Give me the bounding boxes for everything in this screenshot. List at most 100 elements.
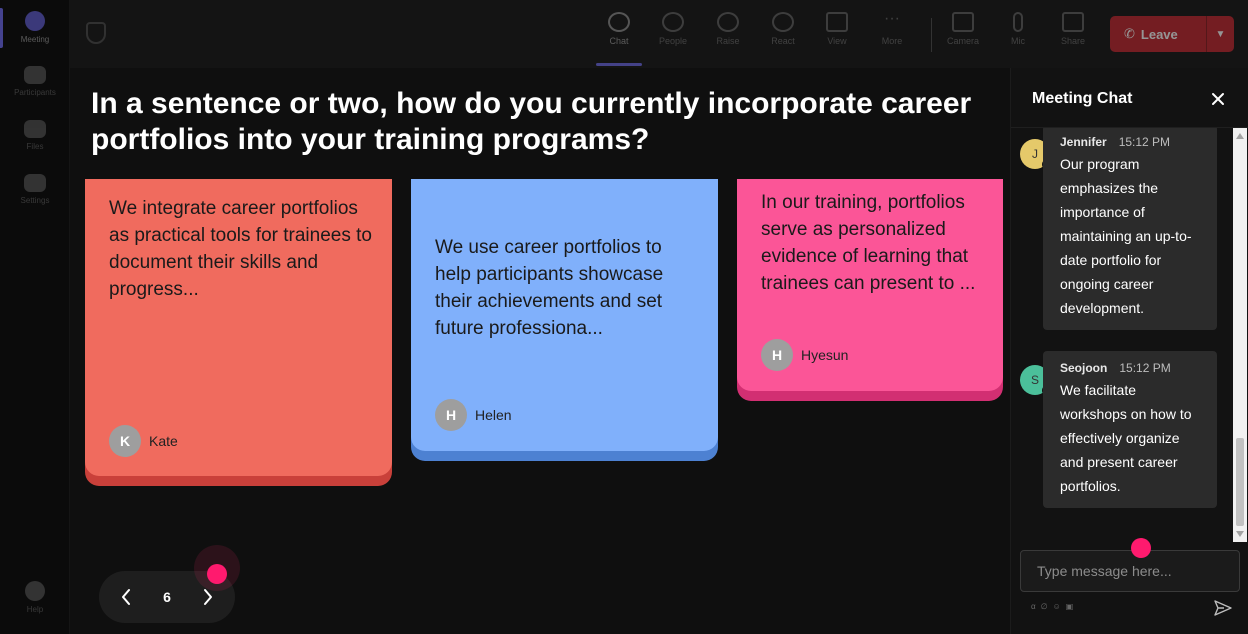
smiley-icon [772, 12, 794, 32]
message-time: 15:12 PM [1118, 135, 1171, 149]
people-icon [662, 12, 684, 32]
rail-item-participants[interactable]: Participants [0, 54, 70, 108]
toolbar-divider [931, 18, 932, 52]
rail-item-settings[interactable]: Settings [0, 162, 70, 216]
rail-item-label: Settings [20, 195, 50, 205]
meeting-toolbar: Chat People Raise React View ··· More Ca… [70, 0, 1248, 68]
rail-item-label: Participants [14, 87, 56, 97]
scrollbar-thumb[interactable] [1236, 438, 1244, 526]
gear-icon [24, 173, 46, 192]
toolbar-more-button[interactable]: ··· More [870, 10, 914, 58]
video-camera-icon [25, 10, 45, 31]
toolbar-raise-button[interactable]: Raise [706, 12, 750, 58]
toolbar-share-button[interactable]: Share [1051, 12, 1095, 58]
scroll-down-icon[interactable] [1236, 531, 1244, 537]
message-time: 15:12 PM [1119, 361, 1171, 375]
response-card[interactable]: We use career portfolios to help partici… [411, 179, 718, 461]
cursor-dot [207, 564, 227, 584]
chat-bubble: Seojoon 15:12 PM We facilitate workshops… [1043, 351, 1217, 508]
toolbar-react-button[interactable]: React [761, 12, 805, 58]
camera-icon [952, 12, 974, 32]
help-icon [25, 580, 45, 601]
rail-item-label: Files [26, 141, 44, 151]
format-toolbar: α ∅ ☺ ▣ [1031, 602, 1073, 611]
toolbar-camera-button[interactable]: Camera [941, 12, 985, 58]
chat-scrollbar[interactable] [1233, 128, 1247, 542]
avatar-initial: J [1032, 147, 1038, 161]
attach-icon[interactable]: ∅ [1041, 602, 1048, 611]
send-button[interactable] [1213, 598, 1233, 618]
sender-name: Seojoon [1060, 361, 1108, 375]
toolbar-label: More [881, 36, 903, 46]
scroll-up-icon[interactable] [1236, 133, 1244, 139]
chat-message-input[interactable] [1037, 563, 1223, 579]
hand-icon [717, 12, 739, 32]
avatar: H [435, 399, 467, 431]
chat-title: Meeting Chat [1032, 90, 1133, 107]
chat-message-input-box [1020, 550, 1240, 592]
message-meta: Seojoon 15:12 PM [1060, 361, 1205, 375]
send-icon [1214, 600, 1232, 616]
card-body: We use career portfolios to help partici… [411, 179, 718, 451]
message-meta: Jennifer 15:12 PM [1060, 135, 1205, 149]
grid-icon [826, 12, 848, 32]
share-icon [1062, 12, 1084, 32]
toolbar-view-button[interactable]: View [815, 12, 859, 58]
card-author: H Helen [435, 399, 512, 431]
author-name: Kate [149, 433, 178, 449]
file-icon [24, 119, 46, 138]
author-name: Hyesun [801, 347, 849, 363]
chat-tab-underline [596, 63, 642, 66]
message-text: Our program emphasizes the importance of… [1060, 156, 1192, 316]
response-card[interactable]: We integrate career portfolios as practi… [85, 179, 392, 486]
question-title: In a sentence or two, how do you current… [91, 87, 972, 156]
card-text: We integrate career portfolios as practi… [109, 198, 372, 300]
card-author: K Kate [109, 425, 178, 457]
rail-item-files[interactable]: Files [0, 108, 70, 162]
close-icon [1212, 93, 1224, 105]
toolbar-label: View [827, 36, 847, 46]
sender-name: Jennifer [1060, 135, 1107, 149]
toolbar-label: Chat [609, 36, 629, 46]
chevron-down-icon[interactable]: ▼ [1206, 16, 1234, 52]
toolbar-label: People [658, 36, 688, 46]
chat-message-list[interactable]: J Jennifer 15:12 PM Our program emphasiz… [1011, 128, 1233, 542]
toolbar-mic-button[interactable]: Mic [996, 12, 1040, 58]
toolbar-chat-button[interactable]: Chat [597, 12, 641, 58]
chat-panel: Meeting Chat J Jennifer 15:12 PM Our pro… [1010, 68, 1248, 634]
leave-button[interactable]: ✆ Leave ▼ [1110, 16, 1234, 52]
toolbar-label: Camera [946, 36, 979, 46]
toolbar-label: Raise [716, 36, 740, 46]
toolbar-label: Share [1060, 36, 1086, 46]
rail-item-label: Meeting [20, 34, 50, 44]
chat-bubble: Jennifer 15:12 PM Our program emphasizes… [1043, 128, 1217, 330]
author-name: Helen [475, 407, 512, 423]
image-icon[interactable]: ▣ [1066, 602, 1074, 611]
rail-item-label: Help [26, 604, 44, 614]
close-chat-button[interactable] [1208, 89, 1228, 109]
previous-page-button[interactable] [115, 586, 137, 608]
card-text: We use career portfolios to help partici… [435, 237, 664, 339]
cursor-dot [1131, 538, 1151, 558]
page-number: 6 [163, 589, 171, 605]
rail-item-meeting[interactable]: Meeting [0, 0, 70, 54]
toolbar-label: React [771, 36, 795, 46]
toolbar-people-button[interactable]: People [651, 12, 695, 58]
left-rail: Meeting Participants Files Settings Help [0, 0, 70, 634]
ellipsis-icon: ··· [884, 10, 900, 27]
card-author: H Hyesun [761, 339, 848, 371]
people-icon [24, 65, 46, 84]
card-text: In our training, portfolios serve as per… [761, 192, 976, 294]
response-card[interactable]: In our training, portfolios serve as per… [737, 179, 1003, 401]
avatar-initial: S [1030, 373, 1039, 387]
emoji-icon[interactable]: ☺ [1053, 602, 1061, 611]
shield-icon[interactable] [86, 22, 106, 44]
chevron-left-icon [122, 589, 130, 605]
bold-icon[interactable]: α [1031, 602, 1036, 611]
mic-icon [1013, 12, 1023, 32]
chevron-right-icon [203, 589, 212, 605]
avatar: H [761, 339, 793, 371]
phone-icon: ✆ [1124, 26, 1135, 41]
rail-item-help[interactable]: Help [0, 570, 70, 624]
chat-header: Meeting Chat [1011, 68, 1248, 128]
